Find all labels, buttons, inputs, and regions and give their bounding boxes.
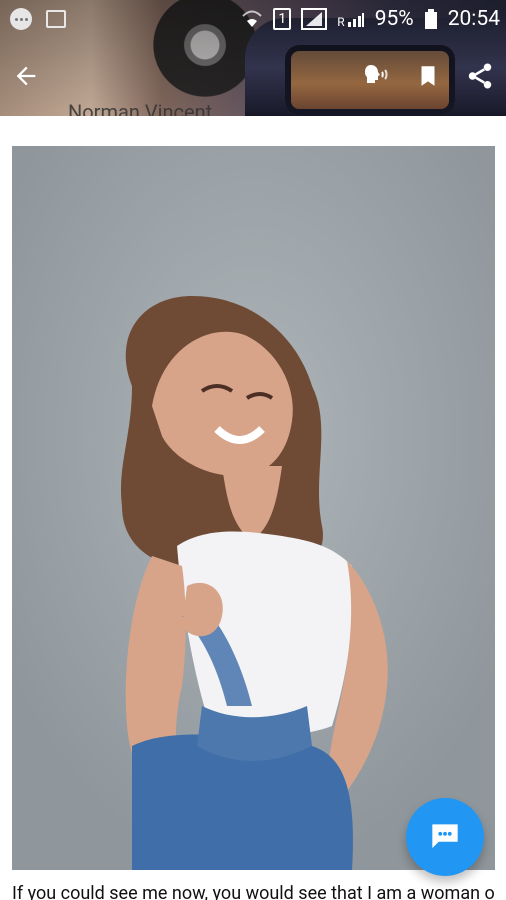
- wifi-icon: [242, 10, 263, 27]
- article-next-line: If you could see me now, you would see t…: [12, 883, 494, 900]
- bookmark-icon: [421, 66, 435, 86]
- share-button[interactable]: [454, 50, 506, 102]
- back-button[interactable]: [0, 50, 52, 102]
- bookmark-button[interactable]: [402, 50, 454, 102]
- signal-bars-icon: [347, 13, 364, 27]
- arrow-left-icon: [16, 66, 36, 86]
- battery-percent: 95%: [374, 7, 414, 31]
- speaker-icon: [365, 65, 388, 83]
- battery-icon: [424, 9, 437, 29]
- signal-icon: [301, 8, 328, 30]
- clock: 20:54: [447, 7, 500, 31]
- notification-dots-icon: [10, 8, 32, 30]
- chat-bubble-icon: [432, 824, 458, 849]
- listen-button[interactable]: [350, 50, 402, 102]
- gallery-icon: [46, 10, 66, 28]
- share-icon: [468, 63, 492, 89]
- sim-badge: 1: [273, 8, 292, 30]
- woman-photo-illustration: [12, 146, 495, 870]
- chat-fab-button[interactable]: [406, 798, 484, 876]
- header-subtext: Norman Vincent: [68, 100, 213, 116]
- roaming-signal: R: [337, 10, 364, 28]
- status-bar: 1 R 95% 20:54: [0, 0, 506, 38]
- top-action-bar: [0, 48, 506, 104]
- article-photo: [12, 146, 495, 870]
